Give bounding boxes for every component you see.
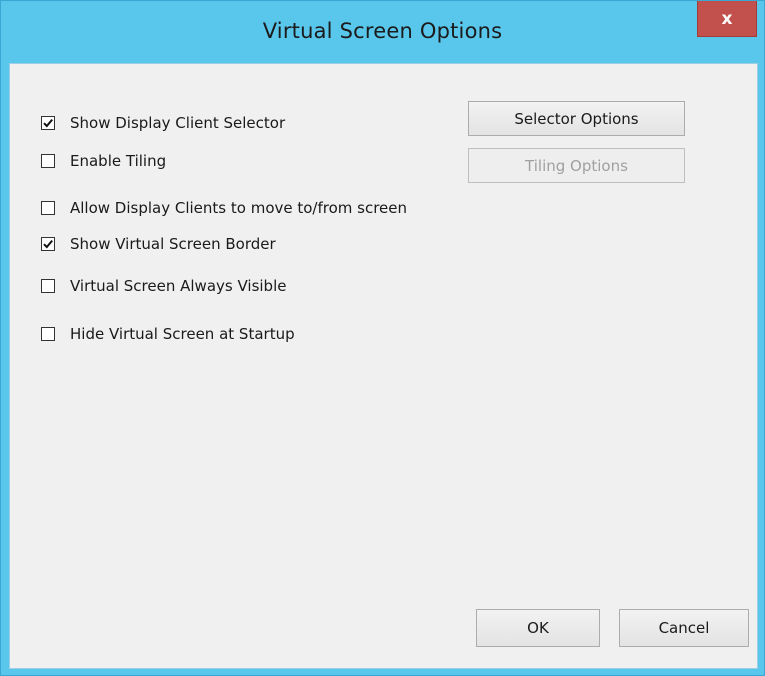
checkbox-box[interactable] <box>41 327 55 341</box>
checkbox-box[interactable] <box>41 237 55 251</box>
checkbox-box[interactable] <box>41 116 55 130</box>
tiling-options-button[interactable]: Tiling Options <box>468 148 685 183</box>
checkbox-box[interactable] <box>41 201 55 215</box>
title-bar[interactable]: Virtual Screen Options x <box>1 1 764 63</box>
close-button[interactable]: x <box>697 1 757 37</box>
checkbox-label: Enable Tiling <box>70 152 167 170</box>
checkbox-virtual-screen-always-visible[interactable]: Virtual Screen Always Visible <box>41 277 286 295</box>
checkmark-icon <box>43 239 53 249</box>
checkbox-label: Hide Virtual Screen at Startup <box>70 325 295 343</box>
checkbox-label: Show Display Client Selector <box>70 114 286 132</box>
checkbox-label: Allow Display Clients to move to/from sc… <box>70 199 408 217</box>
cancel-button[interactable]: Cancel <box>619 609 749 647</box>
checkbox-label: Virtual Screen Always Visible <box>70 277 287 295</box>
selector-options-button[interactable]: Selector Options <box>468 101 685 136</box>
window-title: Virtual Screen Options <box>262 19 503 43</box>
checkbox-label: Show Virtual Screen Border <box>70 235 276 253</box>
checkbox-enable-tiling[interactable]: Enable Tiling <box>41 152 166 170</box>
close-icon: x <box>721 8 733 29</box>
checkbox-hide-virtual-screen-at-startup[interactable]: Hide Virtual Screen at Startup <box>41 325 295 343</box>
dialog-body: Show Display Client Selector Enable Tili… <box>9 63 758 669</box>
dialog-window: Virtual Screen Options x Show Display Cl… <box>0 0 765 676</box>
checkmark-icon <box>43 118 53 128</box>
checkbox-box[interactable] <box>41 279 55 293</box>
checkbox-box[interactable] <box>41 154 55 168</box>
ok-button[interactable]: OK <box>476 609 600 647</box>
checkbox-allow-display-clients-move[interactable]: Allow Display Clients to move to/from sc… <box>41 199 407 217</box>
checkbox-show-display-client-selector[interactable]: Show Display Client Selector <box>41 114 285 132</box>
checkbox-show-virtual-screen-border[interactable]: Show Virtual Screen Border <box>41 235 276 253</box>
